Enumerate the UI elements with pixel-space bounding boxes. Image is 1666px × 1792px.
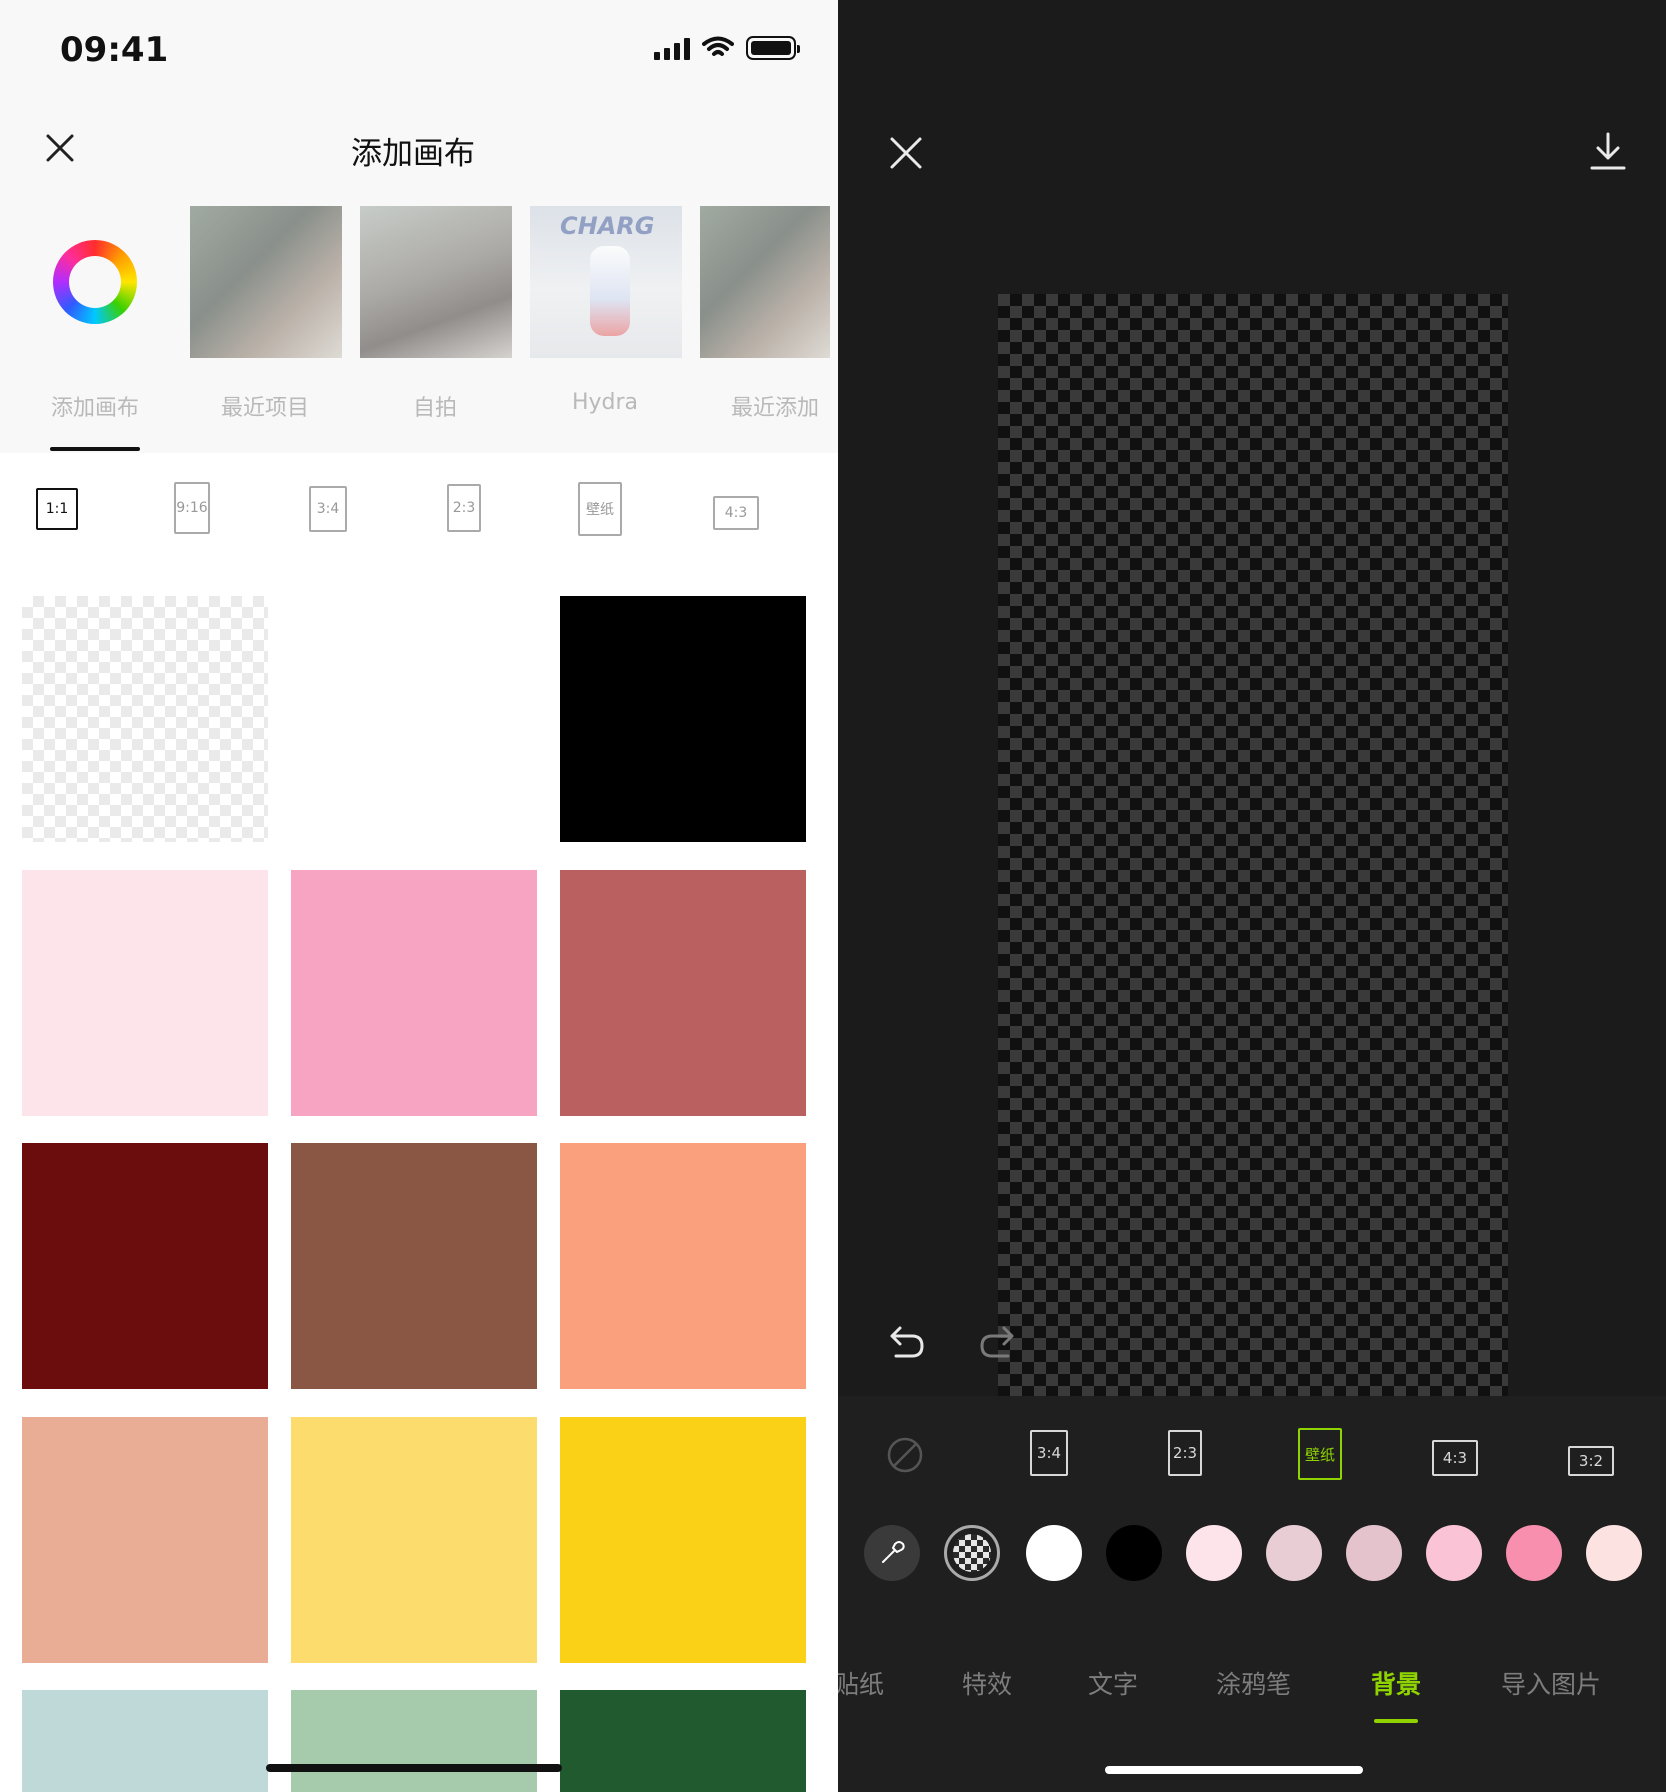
swatch-color[interactable] <box>291 870 537 1116</box>
swatch-color[interactable] <box>291 1143 537 1389</box>
swatch-color[interactable] <box>291 1690 537 1792</box>
color-dot[interactable] <box>1186 1525 1242 1581</box>
ratio-selector: 3:4 2:3 壁纸 4:3 3:2 <box>838 1420 1666 1500</box>
swatch-color[interactable] <box>291 596 537 842</box>
album-thumb-recent[interactable] <box>190 206 342 358</box>
page-title: 添加画布 <box>351 136 475 172</box>
album-tabs: 添加画布 最近项目 自拍 Hydra 最近添加 <box>0 390 838 430</box>
download-icon[interactable] <box>1586 130 1630 174</box>
ratio-4-3[interactable]: 4:3 <box>713 496 759 530</box>
ratio-3-4[interactable]: 3:4 <box>1030 1430 1068 1476</box>
swatch-color[interactable] <box>560 1690 806 1792</box>
ratio-selector: 1:1 9:16 3:4 2:3 壁纸 4:3 <box>0 475 838 555</box>
tab-recent-projects[interactable]: 最近项目 <box>180 390 350 422</box>
eyedropper-icon <box>882 1541 905 1563</box>
ratio-wallpaper[interactable]: 壁纸 <box>1298 1428 1342 1480</box>
album-thumb-selfie[interactable] <box>360 206 512 358</box>
tab-doodle[interactable]: 涂鸦笔 <box>1216 1665 1291 1701</box>
swatch-color[interactable] <box>560 596 806 842</box>
checker-icon <box>953 1534 991 1572</box>
undo-icon[interactable] <box>886 1320 928 1362</box>
thumb-text: CHARG <box>560 212 655 240</box>
album-thumb-hydra[interactable]: CHARG <box>530 206 682 358</box>
ratio-4-3[interactable]: 4:3 <box>1432 1440 1478 1476</box>
color-dot[interactable] <box>1106 1525 1162 1581</box>
color-dot[interactable] <box>1586 1525 1642 1581</box>
tab-add-canvas[interactable]: 添加画布 <box>10 390 180 422</box>
tab-hydra[interactable]: Hydra <box>520 390 690 415</box>
swatch-color[interactable] <box>560 1143 806 1389</box>
color-dot[interactable] <box>1506 1525 1562 1581</box>
status-time: 09:41 <box>60 30 169 70</box>
signal-icon <box>654 36 690 60</box>
ratio-9-16[interactable]: 9:16 <box>174 482 210 534</box>
ratio-2-3[interactable]: 2:3 <box>1168 1430 1202 1476</box>
status-icons <box>654 36 800 60</box>
album-thumbnails: CHARG <box>0 206 838 358</box>
swatch-color[interactable] <box>560 1417 806 1663</box>
redo-icon[interactable] <box>976 1320 1018 1362</box>
swatch-color[interactable] <box>22 1143 268 1389</box>
tab-stickers[interactable]: 贴纸 <box>838 1665 884 1701</box>
close-icon[interactable] <box>888 135 924 171</box>
tab-import-image[interactable]: 导入图片 <box>1501 1665 1601 1701</box>
ratio-2-3[interactable]: 2:3 <box>447 484 481 532</box>
wifi-icon <box>702 36 734 56</box>
active-tab-indicator <box>50 447 140 451</box>
color-dot[interactable] <box>1266 1525 1322 1581</box>
active-tab-indicator <box>1374 1719 1418 1723</box>
editor-tabs: 贴纸 特效 文字 涂鸦笔 背景 导入图片 <box>838 1665 1666 1705</box>
tab-selfie[interactable]: 自拍 <box>350 390 520 422</box>
battery-icon <box>746 36 800 60</box>
ratio-3-2[interactable]: 3:2 <box>1568 1446 1614 1476</box>
tab-effects[interactable]: 特效 <box>962 1665 1012 1701</box>
ratio-1-1[interactable]: 1:1 <box>36 488 78 530</box>
tab-text[interactable]: 文字 <box>1088 1665 1138 1701</box>
canvas-preview[interactable] <box>998 294 1508 1396</box>
tab-background[interactable]: 背景 <box>1371 1665 1421 1701</box>
transparent-checker-button[interactable] <box>944 1525 1000 1581</box>
swatch-color[interactable] <box>22 1417 268 1663</box>
background-editor-screen: 3:4 2:3 壁纸 4:3 3:2 贴纸 特效 文字 涂鸦笔 背景 导入图片 <box>838 0 1666 1792</box>
color-dot[interactable] <box>1026 1525 1082 1581</box>
album-thumb-added[interactable] <box>700 206 830 358</box>
background-color-row <box>838 1525 1666 1585</box>
ratio-3-4[interactable]: 3:4 <box>309 486 347 532</box>
color-dot[interactable] <box>1426 1525 1482 1581</box>
figure-shape <box>590 246 630 336</box>
swatch-color[interactable] <box>291 1417 537 1663</box>
add-canvas-screen: 09:41 添加画布 CHARG 添加画布 最近项目 自拍 Hydra 最近添加 <box>0 0 838 1792</box>
home-indicator <box>1105 1766 1363 1774</box>
swatch-color[interactable] <box>22 870 268 1116</box>
ratio-wallpaper[interactable]: 壁纸 <box>578 482 622 536</box>
color-dot[interactable] <box>1346 1525 1402 1581</box>
tab-recently-added[interactable]: 最近添加 <box>690 390 838 422</box>
swatch-transparent[interactable] <box>22 596 268 842</box>
swatch-color[interactable] <box>22 1690 268 1792</box>
home-indicator <box>266 1764 562 1772</box>
swatch-color[interactable] <box>560 870 806 1116</box>
eyedropper-button[interactable] <box>864 1525 920 1581</box>
